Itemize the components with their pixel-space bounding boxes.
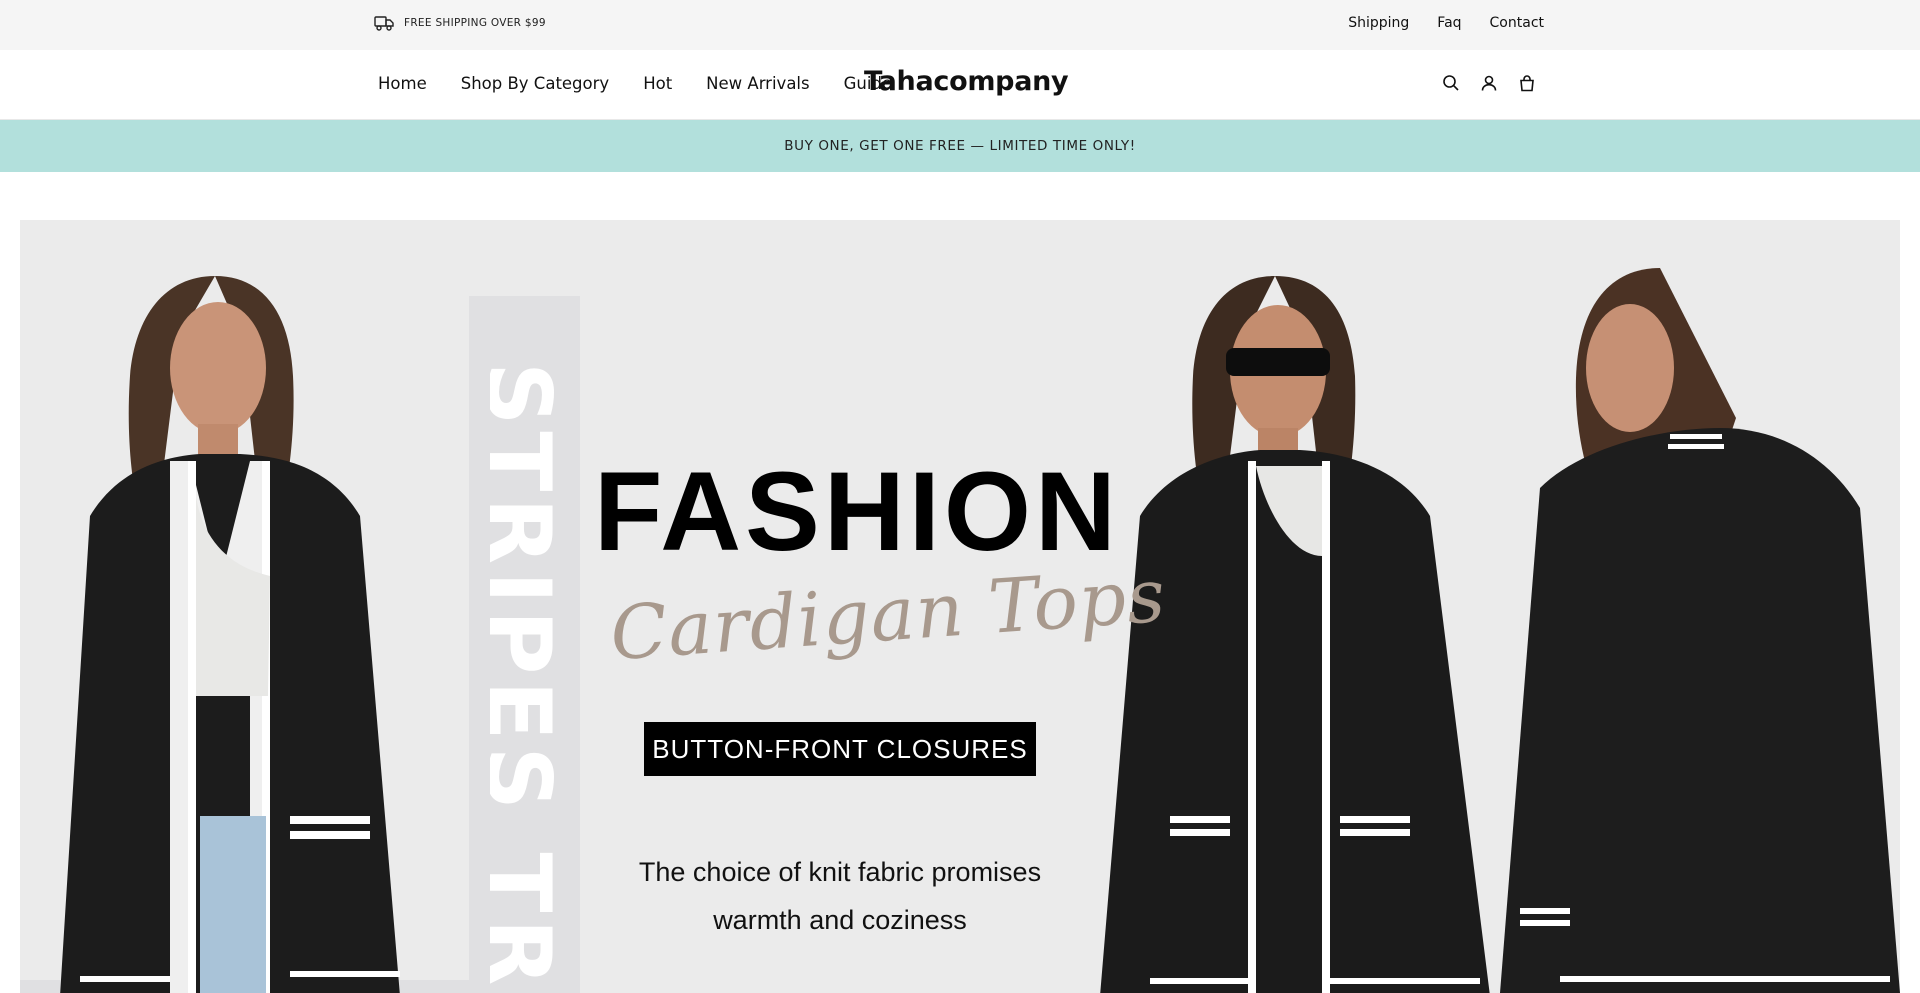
header-icons (1440, 72, 1538, 94)
shipping-notice: FREE SHIPPING OVER $99 (374, 14, 546, 32)
shipping-link[interactable]: Shipping (1348, 15, 1409, 31)
model-image-left (60, 276, 400, 993)
shipping-notice-text: FREE SHIPPING OVER $99 (404, 17, 546, 29)
hero-cta-button[interactable]: BUTTON-FRONT CLOSURES (644, 722, 1036, 776)
hero-description: The choice of knit fabric promises warmt… (620, 848, 1060, 944)
utility-links: Shipping Faq Contact (1348, 15, 1544, 31)
nav-shop-by-category[interactable]: Shop By Category (461, 74, 609, 93)
faq-link[interactable]: Faq (1437, 15, 1461, 31)
hero-title: FASHION (594, 449, 1120, 574)
cart-icon[interactable] (1516, 72, 1538, 94)
hero-vertical-word: STRIPES TR (490, 362, 570, 993)
main-navigation: Home Shop By Category Hot New Arrivals G… (0, 50, 1920, 120)
account-icon[interactable] (1478, 72, 1500, 94)
search-icon[interactable] (1440, 72, 1462, 94)
hero-description-line-1: The choice of knit fabric promises (638, 857, 1042, 887)
model-image-right (1500, 268, 1900, 993)
top-utility-bar: FREE SHIPPING OVER $99 Shipping Faq Cont… (0, 0, 1920, 50)
promo-text: BUY ONE, GET ONE FREE — LIMITED TIME ONL… (784, 138, 1136, 154)
truck-icon (374, 14, 394, 32)
main-menu: Home Shop By Category Hot New Arrivals G… (378, 74, 892, 93)
nav-home[interactable]: Home (378, 74, 427, 93)
contact-link[interactable]: Contact (1490, 15, 1544, 31)
hero-description-line-2: warmth and coziness (713, 905, 967, 935)
nav-hot[interactable]: Hot (643, 74, 672, 93)
promo-banner: BUY ONE, GET ONE FREE — LIMITED TIME ONL… (0, 120, 1920, 172)
hero-banner[interactable]: STRIPES TR FASHION Cardigan Tops BUTTON-… (20, 220, 1900, 993)
site-logo[interactable]: Tahacompany (864, 66, 1069, 97)
nav-new-arrivals[interactable]: New Arrivals (706, 74, 809, 93)
